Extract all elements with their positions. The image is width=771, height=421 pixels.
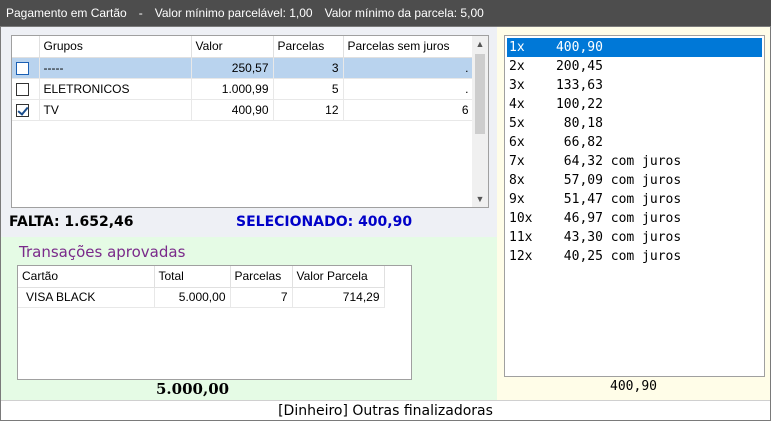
table-row[interactable]: VISA BLACK 5.000,00 7 714,29 (18, 287, 385, 308)
selecionado-label: SELECIONADO: 400,90 (236, 214, 413, 230)
list-item[interactable]: 10x 46,97 com juros (505, 209, 764, 228)
header-parcelas[interactable]: Parcelas (273, 36, 344, 58)
groups-grid-header: Grupos Valor Parcelas Parcelas sem juros (12, 36, 474, 58)
row-checkbox-cell (12, 99, 40, 121)
table-row[interactable]: TV 400,90 12 6 (12, 99, 474, 121)
row-checkbox-cell (12, 57, 40, 79)
groups-grid[interactable]: Grupos Valor Parcelas Parcelas sem juros… (11, 35, 489, 208)
cell-valor: 250,57 (191, 57, 274, 79)
header-grupos[interactable]: Grupos (39, 36, 192, 58)
list-item[interactable]: 8x 57,09 com juros (505, 171, 764, 190)
groups-panel: Grupos Valor Parcelas Parcelas sem juros… (1, 27, 497, 237)
cell-grupo: ELETRONICOS (39, 78, 192, 100)
header-parcelas-sem-juros[interactable]: Parcelas sem juros (343, 36, 474, 58)
row-checkbox[interactable] (16, 61, 29, 75)
header-valor[interactable]: Valor (191, 36, 274, 58)
cell-grupo: ----- (39, 57, 192, 79)
installments-panel: 1x 400,90 2x 200,45 3x 133,63 4x 100,22 … (497, 27, 770, 400)
cell-total: 5.000,00 (154, 287, 231, 308)
header-check (12, 36, 40, 58)
row-checkbox-checked[interactable] (16, 103, 29, 117)
transactions-panel: Transações aprovadas Cartão Total Parcel… (1, 237, 497, 400)
list-item[interactable]: 4x 100,22 (505, 95, 764, 114)
transactions-grid-header: Cartão Total Parcelas Valor Parcela (18, 266, 385, 288)
title-bar: Pagamento em Cartão - Valor mínimo parcelá… (0, 0, 771, 26)
window-title: Pagamento em Cartão (6, 6, 127, 20)
table-row[interactable]: ----- 250,57 3 . (12, 57, 474, 79)
transactions-grid[interactable]: Cartão Total Parcelas Valor Parcela VISA… (17, 265, 412, 380)
header-total[interactable]: Total (154, 266, 231, 288)
cell-parcelas: 7 (230, 287, 293, 308)
min-parcelavel-label: Valor mínimo parcelável: 1,00 (154, 6, 313, 20)
installments-list[interactable]: 1x 400,90 2x 200,45 3x 133,63 4x 100,22 … (504, 35, 765, 377)
other-payment-link[interactable]: [Dinheiro] Outras finalizadoras (1, 400, 770, 420)
min-parcela-label: Valor mínimo da parcela: 5,00 (324, 6, 484, 20)
cell-valor: 400,90 (191, 99, 274, 121)
list-item[interactable]: 2x 200,45 (505, 57, 764, 76)
scroll-thumb[interactable] (475, 54, 485, 134)
list-item[interactable]: 9x 51,47 com juros (505, 190, 764, 209)
installment-total: 400,90 (610, 379, 657, 394)
list-item[interactable]: 5x 80,18 (505, 114, 764, 133)
header-cartao[interactable]: Cartão (18, 266, 155, 288)
row-checkbox-cell (12, 78, 40, 100)
groups-scrollbar[interactable]: ▲ ▼ (472, 36, 488, 207)
row-checkbox[interactable] (16, 82, 29, 96)
cell-parcelas[interactable]: 3 (273, 57, 344, 79)
header-parcelas[interactable]: Parcelas (230, 266, 293, 288)
list-item[interactable]: 3x 133,63 (505, 76, 764, 95)
cell-cartao: VISA BLACK (18, 287, 155, 308)
list-item[interactable]: 7x 64,32 com juros (505, 152, 764, 171)
scroll-down-icon[interactable]: ▼ (472, 191, 488, 207)
list-item[interactable]: 11x 43,30 com juros (505, 228, 764, 247)
cell-valor-parcela: 714,29 (292, 287, 385, 308)
main-panel: Grupos Valor Parcelas Parcelas sem juros… (0, 26, 771, 421)
cell-parcelas[interactable]: 12 (273, 99, 344, 121)
transactions-total: 5.000,00 (156, 380, 230, 398)
table-row[interactable]: ELETRONICOS 1.000,99 5 . (12, 78, 474, 100)
cell-sem-juros[interactable]: . (343, 57, 474, 79)
list-item[interactable]: 6x 66,82 (505, 133, 764, 152)
cell-sem-juros[interactable]: 6 (343, 99, 474, 121)
cell-grupo: TV (39, 99, 192, 121)
cell-parcelas[interactable]: 5 (273, 78, 344, 100)
falta-label: FALTA: 1.652,46 (9, 214, 134, 230)
transactions-title: Transações aprovadas (19, 243, 186, 261)
cell-sem-juros[interactable]: . (343, 78, 474, 100)
list-item[interactable]: 12x 40,25 com juros (505, 247, 764, 266)
header-valor-parcela[interactable]: Valor Parcela (292, 266, 385, 288)
scroll-up-icon[interactable]: ▲ (472, 36, 488, 52)
title-separator: - (138, 6, 143, 20)
cell-valor: 1.000,99 (191, 78, 274, 100)
list-item[interactable]: 1x 400,90 (507, 38, 762, 57)
